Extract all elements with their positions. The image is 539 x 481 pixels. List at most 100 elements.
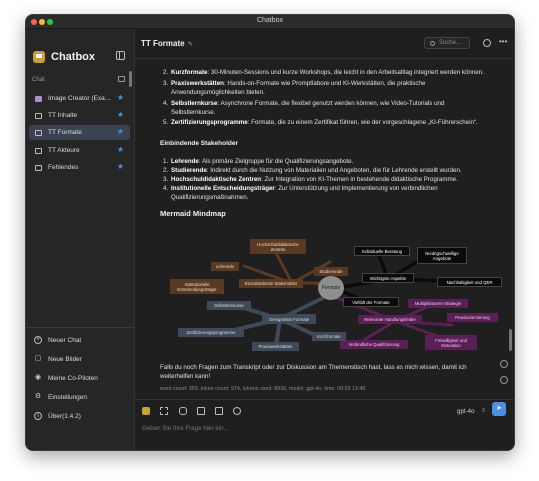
message-stats: word count: 359, token count: 974, token… xyxy=(160,386,366,392)
main-panel: TT Formate ✎ Suche... ••• 2. Kurzformate: … xyxy=(135,29,514,450)
chatbox-logo-icon xyxy=(33,51,45,63)
star-icon[interactable]: ★ xyxy=(117,127,124,136)
scroll-down-button[interactable] xyxy=(500,376,508,384)
list-item-cont: Anwendungsmöglichkeiten bieten. xyxy=(171,89,265,96)
about-button[interactable]: i Über(1.4.2) xyxy=(34,410,81,422)
closing-text: Falls du noch Fragen zum Transkript oder… xyxy=(160,364,467,371)
list-item: 2. Studierende: Indirekt durch die Nutzun… xyxy=(163,167,462,174)
menu-label: Neue Bilder xyxy=(48,355,82,363)
new-chat-button[interactable]: + Neuer Chat xyxy=(34,334,81,346)
mindmap-root: Formate xyxy=(318,276,344,300)
mindmap-node: Individuelle Beratung xyxy=(354,246,410,256)
list-item: 2. Kurzformate: 30-Minuten-Sessions und k… xyxy=(163,69,484,76)
mindmap-node: Vielfalt der Formate xyxy=(343,297,399,307)
chat-item-image-creator[interactable]: Image Creator (Exam... ★ xyxy=(29,91,130,106)
scroll-up-button[interactable] xyxy=(500,360,508,368)
list-item: 4. Institutionelle Entscheidungsträger: Z… xyxy=(163,185,438,192)
mindmap-node: Praxisorientierung xyxy=(447,313,498,322)
image-creator-icon xyxy=(35,95,42,102)
mindmap-node: Niedrigschwellige Angebote xyxy=(417,247,467,264)
window-title: Chatbox xyxy=(256,17,284,24)
chat-item-fehlendes[interactable]: Fehlendes ★ xyxy=(29,160,130,175)
archive-icon[interactable] xyxy=(118,76,125,82)
star-icon[interactable]: ★ xyxy=(117,110,124,119)
sidebar-divider xyxy=(26,327,135,328)
sidebar: Chatbox Chat Image Creator (Exam... ★ TT… xyxy=(26,29,135,450)
mindmap-node: Einzubindende Stakeholder xyxy=(239,279,303,288)
closing-text-cont: weiterhelfen kann! xyxy=(160,373,211,380)
mermaid-mindmap: Formate Hochschuldidaktische Zentren Leh… xyxy=(162,201,507,355)
chat-item-tt-formate[interactable]: TT Formate ★ xyxy=(29,125,130,140)
chat-section-label: Chat xyxy=(32,77,45,83)
list-item: 1. Lehrende: Als primäre Zielgruppe für d… xyxy=(163,158,354,165)
list-item: 3. Hochschuldidaktische Zentren: Zur Inte… xyxy=(163,176,458,183)
mindmap-node: Studierende xyxy=(314,267,348,276)
chat-header: TT Formate ✎ Suche... ••• xyxy=(135,29,514,59)
pencil-icon[interactable]: ✎ xyxy=(188,41,193,48)
gear-icon: ⚙ xyxy=(34,393,42,400)
settings-sliders-icon[interactable] xyxy=(233,407,241,415)
chat-item-label: TT Akteure xyxy=(48,147,80,154)
chat-icon xyxy=(35,164,42,171)
mindmap-node: Selbstlernkurse xyxy=(207,301,251,310)
info-icon: i xyxy=(34,412,42,420)
star-icon[interactable]: ★ xyxy=(117,162,124,171)
list-item: 5. Zertifizierungsprogramme: Formate, die… xyxy=(163,119,478,126)
mindmap-node: Nachhaltigkeit und QER xyxy=(437,277,502,287)
chat-icon xyxy=(35,129,42,136)
mindmap-node: Freiwilligkeit und Motivation xyxy=(425,335,477,350)
search-placeholder: Suche... xyxy=(439,40,462,46)
title-bar: Chatbox xyxy=(26,15,514,29)
chat-icon xyxy=(35,147,42,154)
model-selector[interactable]: gpt-4o xyxy=(457,408,475,415)
chat-item-label: TT Inhalte xyxy=(48,112,78,119)
select-icon[interactable] xyxy=(160,407,168,415)
copilot-icon: ◉ xyxy=(34,374,42,381)
mindmap-node: Multiplikatoren-Strategie xyxy=(408,299,468,308)
mindmap-node: Verbindliche Qualifizierung xyxy=(340,340,408,349)
list-item: 3. Praxiswerkstätten: Hands-on-Formate wi… xyxy=(163,80,426,87)
list-item-cont: Selbstlernkurse. xyxy=(171,109,216,116)
more-options-icon[interactable]: ••• xyxy=(499,37,507,46)
history-icon[interactable] xyxy=(483,39,491,47)
chat-item-tt-inhalte[interactable]: TT Inhalte ★ xyxy=(29,108,130,123)
brand: Chatbox xyxy=(33,50,95,64)
content-scrollbar[interactable] xyxy=(509,329,512,351)
search-box[interactable]: Suche... xyxy=(424,37,470,49)
new-images-button[interactable]: ▢ Neue Bilder xyxy=(34,353,82,365)
menu-label: Einstellungen xyxy=(48,393,88,401)
stakeholder-heading: Einbindende Stakeholder xyxy=(160,140,239,147)
mindmap-node: Hochschuldidaktische Zentren xyxy=(250,239,306,254)
sidebar-scrollbar[interactable] xyxy=(129,71,132,87)
star-icon[interactable]: ★ xyxy=(117,145,124,154)
list-item: 4. Selbstlernkurse: Asynchrone Formate, d… xyxy=(163,100,445,107)
copilots-button[interactable]: ◉ Meine Co-Piloten xyxy=(34,372,98,384)
mindmap-node: Zertifizierungsprogramme xyxy=(178,328,244,337)
chat-title-text: TT Formate xyxy=(141,39,185,48)
mindmap-node: Kurzformate xyxy=(312,332,346,341)
menu-label: Meine Co-Piloten xyxy=(48,374,98,382)
image-icon: ▢ xyxy=(34,355,42,362)
mindmap-node: Relevante Handlungsfelder xyxy=(358,315,422,324)
mindmap-node: Geeignetste Formate xyxy=(262,314,316,324)
message-input[interactable]: Geben Sie Ihre Frage hier ein... xyxy=(142,425,229,432)
copilot-toggle-icon[interactable] xyxy=(142,407,150,415)
chat-bubble-icon[interactable] xyxy=(179,407,187,415)
plus-circle-icon: + xyxy=(34,336,42,344)
app-window: Chatbox Chatbox Chat Image Creator (Exam… xyxy=(25,14,515,451)
star-icon[interactable]: ★ xyxy=(117,93,124,102)
menu-label: Über(1.4.2) xyxy=(48,412,81,420)
sidebar-toggle-icon[interactable] xyxy=(116,51,125,60)
settings-button[interactable]: ⚙ Einstellungen xyxy=(34,391,87,403)
chat-title[interactable]: TT Formate ✎ xyxy=(141,39,193,48)
app-name: Chatbox xyxy=(51,51,95,63)
message-area: 2. Kurzformate: 30-Minuten-Sessions und k… xyxy=(135,59,514,399)
chevron-updown-icon[interactable]: ⇕ xyxy=(481,407,486,414)
search-icon xyxy=(430,41,435,46)
chat-item-tt-akteure[interactable]: TT Akteure ★ xyxy=(29,143,130,158)
chat-item-label: TT Formate xyxy=(48,129,82,136)
composer: gpt-4o ⇕ ➤ Geben Sie Ihre Frage hier ein… xyxy=(135,399,514,450)
folder-icon[interactable] xyxy=(215,407,223,415)
image-upload-icon[interactable] xyxy=(197,407,205,415)
send-button[interactable]: ➤ xyxy=(492,402,506,416)
